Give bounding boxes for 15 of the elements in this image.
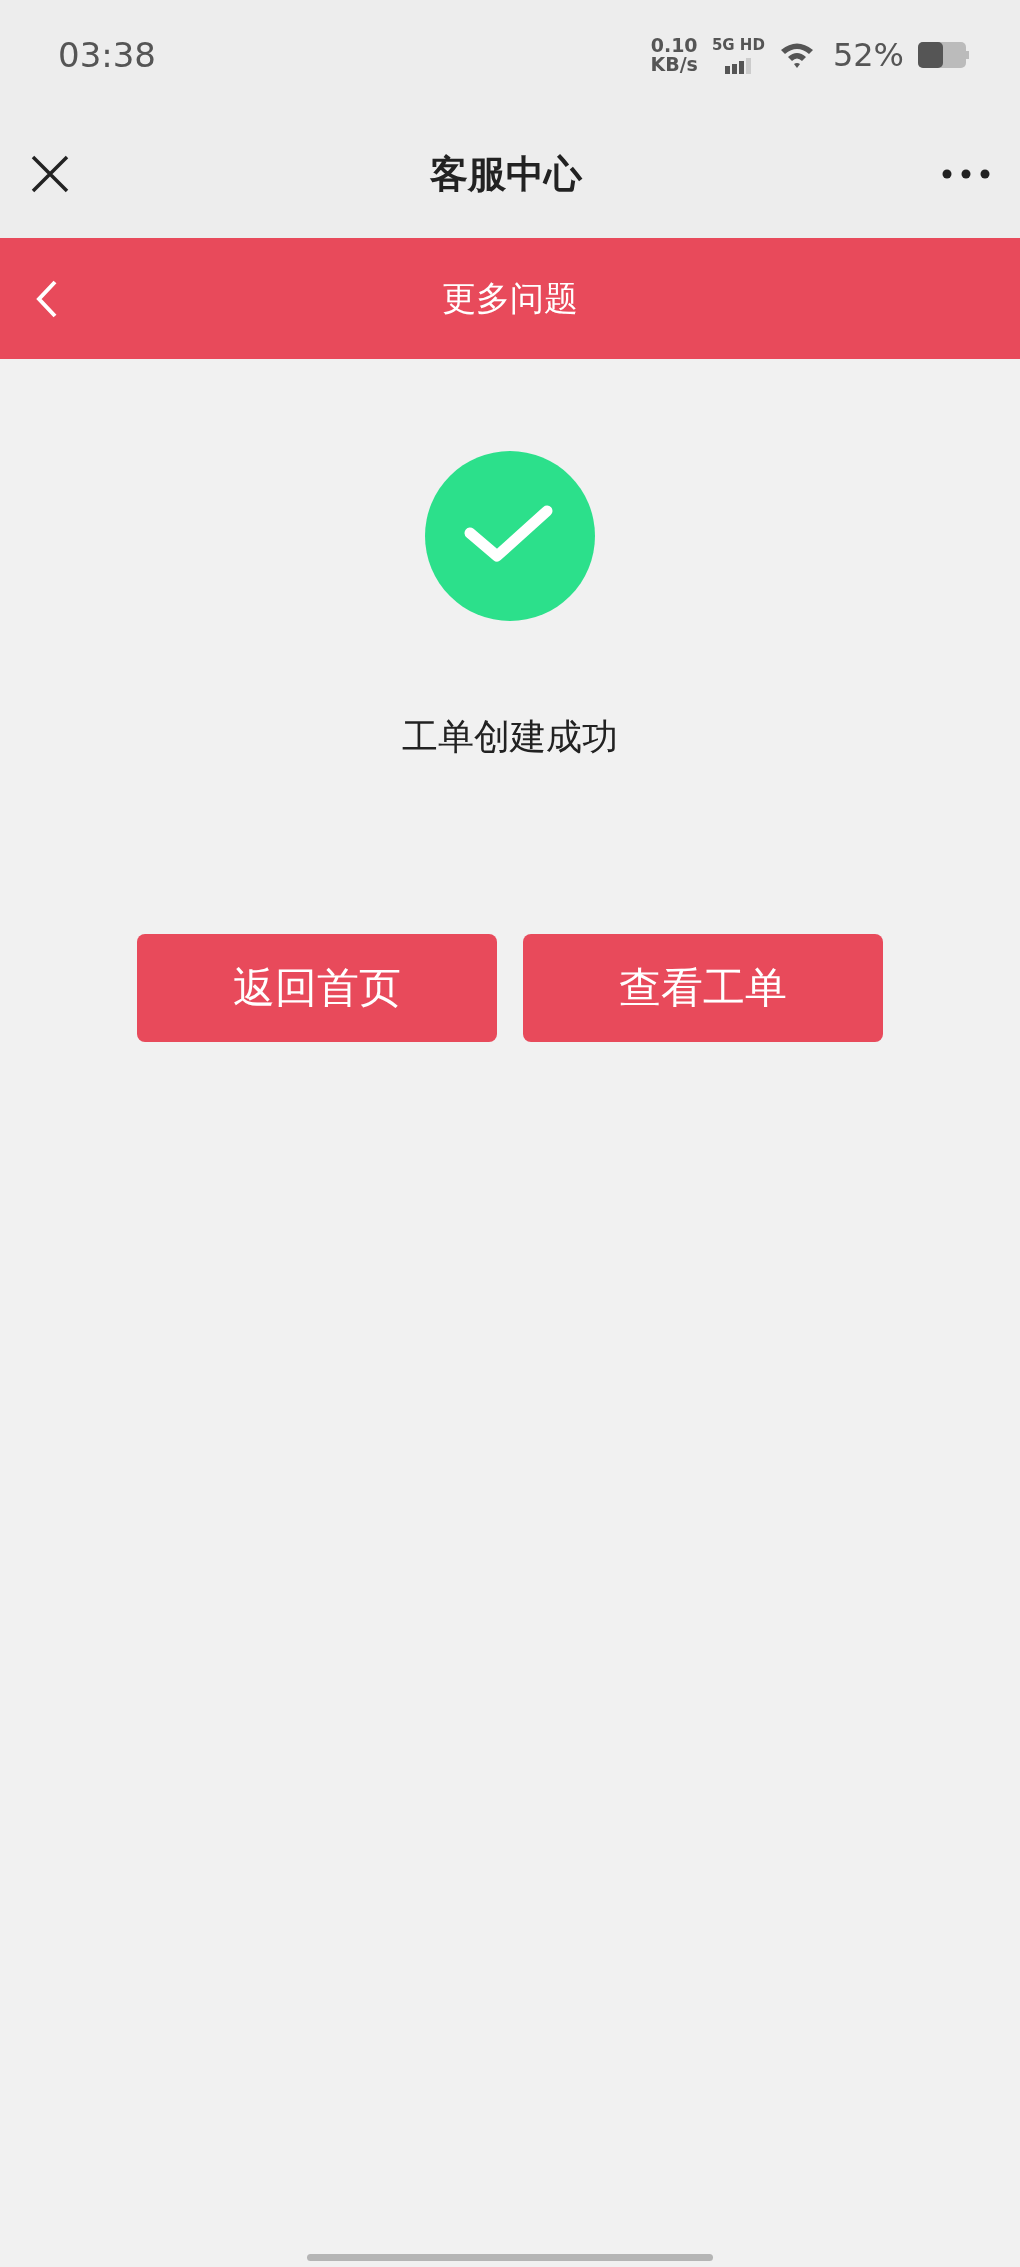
action-button[interactable]: 查看工单 bbox=[523, 934, 883, 1042]
speed: 0.10 bbox=[650, 36, 698, 55]
back-icon[interactable] bbox=[36, 280, 58, 318]
success-check-icon bbox=[425, 451, 595, 621]
speed-unit: KB/s bbox=[650, 55, 698, 74]
page-title: 客服中心 bbox=[430, 150, 582, 198]
header-title: 更多问题 bbox=[442, 276, 578, 320]
network-type: 5G HD bbox=[711, 36, 765, 54]
more-icon[interactable] bbox=[942, 169, 990, 179]
close-icon[interactable] bbox=[30, 154, 70, 194]
success-message: 工单创建成功 bbox=[402, 715, 618, 759]
time: 03:38 bbox=[58, 35, 156, 75]
action-button[interactable]: 返回首页 bbox=[137, 934, 497, 1042]
battery-percent: 52% bbox=[832, 36, 904, 74]
battery-icon bbox=[918, 42, 970, 68]
